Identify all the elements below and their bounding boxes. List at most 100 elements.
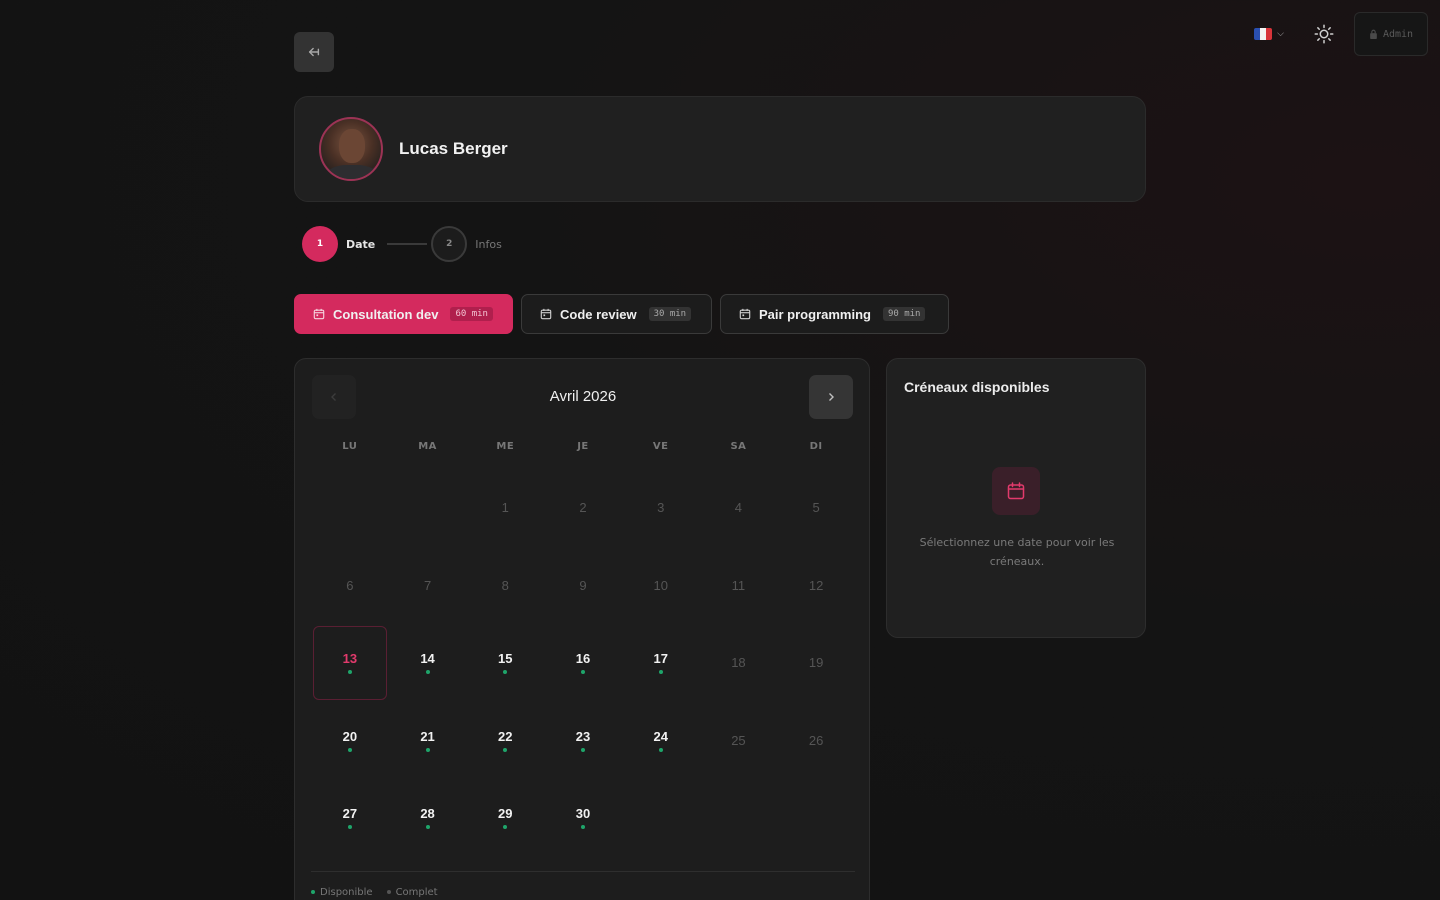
calendar-day: 26	[808, 732, 824, 748]
available-dot	[580, 670, 585, 675]
step-2-label: Infos	[475, 237, 502, 251]
avatar	[319, 117, 383, 181]
available-dot	[503, 670, 508, 675]
step-connector	[387, 243, 428, 245]
weekday-label: LU	[342, 441, 358, 452]
calendar-day[interactable]: 20	[311, 702, 389, 780]
calendar-day: 7	[423, 577, 432, 593]
calendar-icon	[313, 308, 325, 320]
calendar-day: 9	[579, 577, 587, 593]
calendar-day: 5	[812, 500, 820, 516]
service-code-review[interactable]: Code review 30 min	[521, 294, 712, 334]
calendar-day: 18	[731, 655, 746, 671]
calendar-day: 3	[657, 500, 665, 516]
calendar-day-today[interactable]: 13	[312, 626, 387, 700]
calendar-day: 10	[653, 577, 668, 593]
arrow-left-icon	[308, 47, 320, 57]
sun-icon	[1314, 24, 1334, 44]
calendar-day: 6	[346, 577, 354, 593]
calendar-day[interactable]: 23	[544, 702, 622, 780]
calendar-icon	[739, 308, 751, 320]
lock-icon	[1370, 29, 1377, 39]
step-1-label: Date	[346, 237, 376, 251]
chevron-down-icon: ⌵	[1277, 29, 1284, 39]
calendar-day: 2	[579, 500, 587, 516]
calendar-day[interactable]: 16	[544, 624, 622, 702]
calendar-empty-cell	[389, 469, 467, 547]
weekday-label: JE	[577, 441, 589, 452]
available-dot	[658, 670, 663, 675]
available-dot	[347, 670, 352, 675]
service-duration-badge: 60 min	[450, 307, 493, 321]
calendar-day: 8	[501, 577, 509, 593]
calendar-day: 19	[808, 655, 824, 671]
service-label: Consultation dev	[333, 306, 439, 322]
weekday-header: LU MA ME JE VE SA DI	[311, 441, 855, 452]
legend-available: Disponible	[311, 887, 373, 898]
booking-stepper: 1 Date 2 Infos	[302, 226, 502, 262]
calendar-legend: Disponible Complet	[311, 887, 438, 898]
step-1-indicator: 1	[302, 226, 338, 262]
calendar-empty-cell	[311, 469, 389, 547]
calendar-icon	[992, 467, 1040, 515]
top-bar: ⌵ Admin	[1254, 12, 1428, 56]
slots-panel: Créneaux disponibles Sélectionnez une da…	[886, 358, 1146, 638]
calendar-day[interactable]: 27	[311, 779, 389, 857]
service-consultation-dev[interactable]: Consultation dev 60 min	[294, 294, 513, 334]
french-flag-icon	[1254, 28, 1273, 40]
legend-full: Complet	[386, 887, 438, 898]
service-duration-badge: 90 min	[882, 307, 926, 321]
available-dot	[425, 670, 430, 675]
service-duration-badge: 30 min	[648, 307, 692, 321]
step-2-indicator: 2	[431, 226, 468, 262]
service-pair-programming[interactable]: Pair programming 90 min	[720, 294, 949, 334]
chevron-right-icon	[829, 393, 834, 401]
calendar-day[interactable]: 30	[544, 779, 622, 857]
calendar-day: 11	[731, 577, 746, 593]
slots-title: Créneaux disponibles	[904, 379, 1050, 395]
calendar-day[interactable]: 21	[389, 702, 467, 780]
calendar-panel: Avril 2026 LU MA ME JE VE SA DI 1 2 3 4 …	[294, 358, 870, 900]
calendar-day[interactable]: 29	[466, 779, 544, 857]
available-dot	[503, 825, 508, 830]
profile-card: Lucas Berger	[294, 96, 1146, 202]
available-dot	[347, 747, 352, 752]
calendar-day: 25	[731, 732, 746, 748]
admin-label: Admin	[1382, 28, 1414, 40]
calendar-day: 12	[808, 577, 824, 593]
weekday-label: VE	[652, 441, 669, 452]
admin-button[interactable]: Admin	[1354, 12, 1428, 56]
calendar-icon	[540, 308, 552, 320]
calendar-day[interactable]: 28	[389, 779, 467, 857]
available-dot	[347, 825, 352, 830]
calendar-day[interactable]: 17	[622, 624, 700, 702]
weekday-label: SA	[730, 441, 747, 452]
service-selector: Consultation dev 60 min Code review 30 m…	[294, 294, 949, 334]
calendar-day[interactable]: 22	[466, 702, 544, 780]
calendar-day[interactable]: 15	[466, 624, 544, 702]
calendar-month-title: Avril 2026	[549, 388, 617, 405]
available-dot	[580, 747, 585, 752]
calendar-day: 1	[501, 500, 509, 516]
weekday-label: DI	[809, 441, 823, 452]
theme-toggle-button[interactable]	[1312, 22, 1336, 46]
available-dot	[503, 747, 508, 752]
service-label: Code review	[560, 306, 637, 322]
slots-empty-message: Sélectionnez une date pour voir les crén…	[919, 536, 1115, 568]
back-button[interactable]	[294, 32, 334, 72]
next-month-button[interactable]	[809, 375, 853, 419]
available-dot	[425, 747, 430, 752]
weekday-label: ME	[496, 441, 515, 452]
calendar-day[interactable]: 24	[622, 702, 700, 780]
available-dot	[658, 747, 663, 752]
calendar-days-grid: 1 2 3 4 5 6 7 8 9 10 11 12 13 14 15 16 1…	[311, 469, 855, 857]
profile-name: Lucas Berger	[399, 139, 508, 158]
weekday-label: MA	[418, 441, 437, 452]
service-label: Pair programming	[759, 306, 871, 322]
language-selector[interactable]: ⌵	[1254, 28, 1284, 40]
calendar-day: 4	[734, 500, 743, 516]
available-dot	[425, 825, 430, 830]
calendar-day[interactable]: 14	[389, 624, 467, 702]
available-dot	[580, 825, 585, 830]
calendar-divider	[311, 871, 855, 872]
